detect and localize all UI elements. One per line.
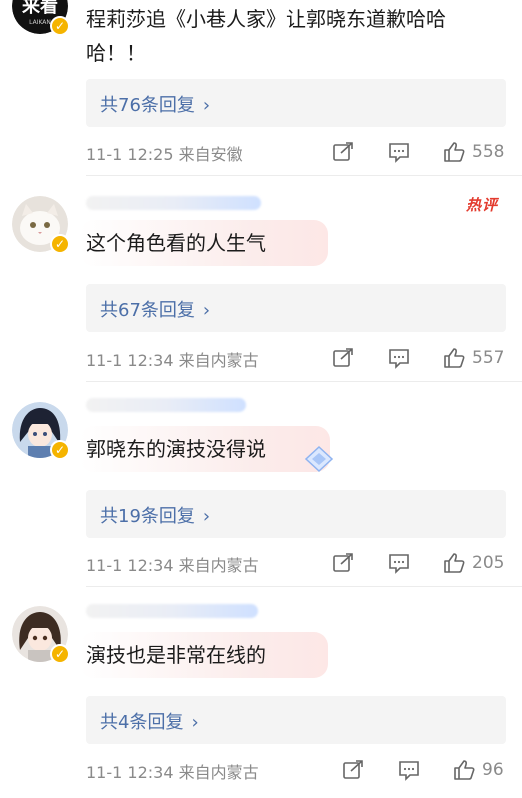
like-button[interactable]: 557	[442, 344, 504, 372]
logo-subtext: LAIKAN	[29, 19, 51, 26]
comment-button[interactable]	[398, 756, 420, 784]
share-icon	[333, 348, 353, 367]
logo-text: 来看	[21, 0, 58, 17]
like-count: 557	[472, 348, 505, 368]
like-button[interactable]: 205	[442, 549, 504, 577]
comment-time-location: 11-1 12:34 来自内蒙古	[86, 556, 259, 575]
share-button[interactable]	[342, 756, 364, 784]
view-replies-button[interactable]: 共19条回复 ›	[86, 490, 506, 538]
hot-comment-badge: 热评	[465, 196, 498, 214]
comment-button[interactable]	[388, 138, 410, 166]
comment-meta: 11-1 12:34 来自内蒙古 205	[86, 549, 506, 577]
avatar[interactable]: ✓	[12, 402, 70, 460]
comment-icon	[389, 349, 409, 369]
comment-meta: 11-1 12:25 来自安徽 558	[86, 138, 506, 166]
comment-icon	[389, 554, 409, 574]
comment-icon	[389, 143, 409, 163]
comment-icon	[399, 761, 419, 781]
verified-badge-icon: ✓	[50, 440, 70, 460]
verified-badge-icon: ✓	[50, 644, 70, 664]
chevron-right-icon: ›	[202, 95, 211, 116]
view-replies-button[interactable]: 共67条回复 ›	[86, 284, 506, 332]
like-button[interactable]: 96	[452, 756, 504, 784]
verified-badge-icon: ✓	[50, 16, 70, 36]
share-button[interactable]	[332, 549, 354, 577]
avatar[interactable]: 来看 LAIKAN ✓	[12, 0, 70, 36]
comment-text: 演技也是非常在线的	[86, 643, 266, 667]
share-button[interactable]	[332, 344, 354, 372]
divider	[86, 381, 522, 382]
share-icon	[343, 760, 363, 779]
share-icon	[333, 553, 353, 572]
like-icon	[444, 348, 465, 368]
like-count: 558	[472, 142, 505, 162]
like-count: 96	[482, 760, 504, 780]
comment-meta: 11-1 12:34 来自内蒙古 96	[86, 756, 506, 784]
username-blurred[interactable]	[86, 604, 258, 622]
comment-time-location: 11-1 12:34 来自内蒙古	[86, 763, 259, 782]
comment-text: 郭晓东的演技没得说	[86, 437, 266, 461]
comment-button[interactable]	[388, 549, 410, 577]
comment-text: 这个角色看的人生气	[86, 231, 266, 255]
chevron-right-icon: ›	[191, 712, 199, 733]
share-button[interactable]	[332, 138, 354, 166]
username-blurred[interactable]	[86, 398, 246, 416]
view-replies-button[interactable]: 共4条回复 ›	[86, 696, 506, 744]
like-count: 205	[472, 553, 505, 573]
comment-text: 程莉莎追《小巷人家》让郭晓东道歉哈哈 哈！！	[86, 7, 446, 65]
comment-time-location: 11-1 12:34 来自内蒙古	[86, 351, 259, 370]
like-button[interactable]: 558	[442, 138, 504, 166]
comment-button[interactable]	[388, 344, 410, 372]
avatar[interactable]: ✓	[12, 606, 70, 664]
share-icon	[333, 142, 353, 161]
view-replies-button[interactable]: 共76条回复 ›	[86, 79, 506, 127]
like-icon	[444, 553, 465, 573]
like-icon	[444, 142, 465, 162]
comment-time-location: 11-1 12:25 来自安徽	[86, 145, 243, 164]
divider	[86, 175, 522, 176]
username-blurred[interactable]	[86, 196, 261, 214]
chevron-right-icon: ›	[202, 506, 211, 527]
verified-badge-icon: ✓	[50, 234, 70, 254]
chevron-right-icon: ›	[202, 300, 211, 321]
like-icon	[454, 760, 475, 780]
comment-meta: 11-1 12:34 来自内蒙古 557	[86, 344, 506, 372]
avatar[interactable]: ✓	[12, 196, 70, 254]
diamond-sticker-icon	[304, 445, 334, 473]
divider	[86, 586, 522, 587]
